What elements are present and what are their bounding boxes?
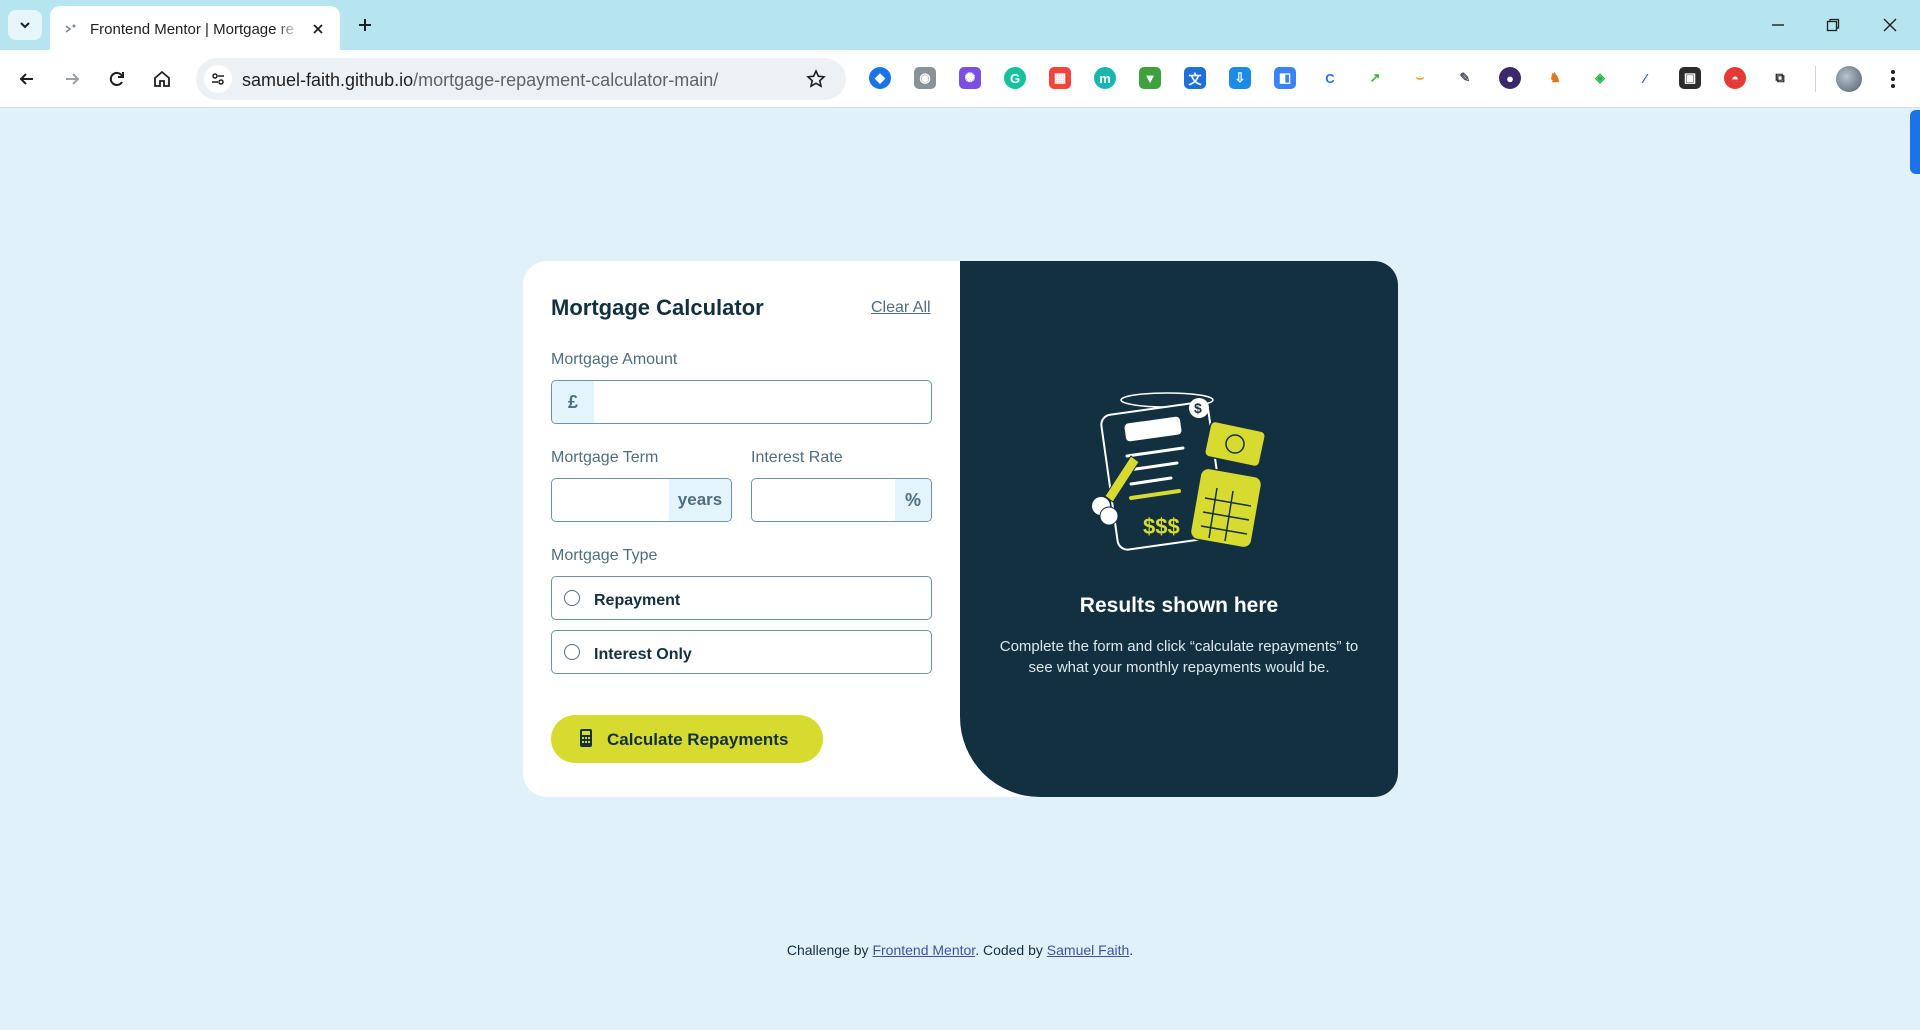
tab-title: Frontend Mentor | Mortgage re (90, 21, 300, 38)
pen-icon[interactable]: ⁄ (1634, 67, 1656, 89)
svg-text:$: $ (1194, 400, 1202, 416)
mortgage-term-input[interactable] (552, 479, 669, 521)
qr-icon[interactable]: ▣ (1679, 67, 1701, 89)
url-host: samuel-faith.github.io (242, 70, 414, 90)
download-arrow-icon[interactable]: ▼ (1139, 67, 1161, 89)
svg-text:$$$: $$$ (1143, 514, 1180, 539)
interest-rate-field: % (751, 478, 932, 522)
back-button[interactable] (12, 64, 42, 94)
star-icon (806, 69, 826, 88)
results-heading: Results shown here (1079, 594, 1279, 617)
save-icon[interactable]: ⇩ (1229, 67, 1251, 89)
close-icon (1883, 18, 1897, 32)
grammarly-icon[interactable]: G (1004, 67, 1026, 89)
url-path: /mortgage-repayment-calculator-main/ (413, 70, 719, 90)
forward-button[interactable] (57, 64, 87, 94)
gear-icon[interactable]: ✺ (959, 67, 981, 89)
profile-avatar[interactable] (1836, 66, 1862, 92)
reload-icon (109, 71, 124, 86)
mortgage-amount-label: Mortgage Amount (551, 351, 678, 368)
home-button[interactable] (147, 64, 177, 94)
close-window-button[interactable] (1870, 10, 1910, 40)
calculate-repayments-button[interactable]: Calculate Repayments (551, 715, 823, 763)
calculator-icon (580, 729, 592, 747)
camera-icon[interactable]: ◉ (914, 67, 936, 89)
toolbar-divider (1815, 66, 1816, 92)
more-vertical-icon (1891, 70, 1895, 88)
mortgage-type-label: Mortgage Type (551, 547, 658, 564)
radio-label: Repayment (594, 592, 681, 609)
mortgage-amount-field: £ (551, 380, 932, 424)
restore-button[interactable] (1813, 10, 1853, 40)
tab-search-button[interactable] (8, 10, 42, 40)
restore-icon (1826, 18, 1840, 32)
minimize-icon (1772, 24, 1784, 26)
percent-suffix: % (895, 479, 931, 521)
new-tab-button[interactable] (352, 12, 378, 38)
footer-suffix: . (1129, 942, 1134, 958)
attribution-footer: Challenge by Frontend Mentor. Coded by S… (0, 942, 1920, 958)
browser-tab-strip: Frontend Mentor | Mortgage re (0, 0, 1920, 50)
frontend-mentor-link[interactable]: Frontend Mentor (872, 942, 975, 958)
close-icon (313, 24, 323, 34)
url-text: samuel-faith.github.io/mortgage-repaymen… (242, 70, 718, 91)
radio-label: Interest Only (594, 646, 692, 663)
circle-icon[interactable]: ● (1499, 67, 1521, 89)
site-info-button[interactable] (204, 65, 232, 93)
plus-icon (359, 19, 371, 31)
interest-rate-label: Interest Rate (751, 449, 843, 466)
chart-icon[interactable]: ↗ (1364, 67, 1386, 89)
m-icon[interactable]: m (1094, 67, 1116, 89)
arrow-right-icon (66, 73, 80, 85)
reload-button[interactable] (102, 64, 132, 94)
mortgage-term-label: Mortgage Term (551, 449, 659, 466)
calculate-button-label: Calculate Repayments (607, 730, 789, 749)
translate-icon[interactable]: 文 (1184, 67, 1206, 89)
chevron-down-icon (20, 22, 30, 29)
footer-middle: . Coded by (975, 942, 1043, 958)
scrollbar-thumb[interactable] (1910, 110, 1920, 174)
c-icon[interactable]: C (1319, 67, 1341, 89)
empty-results-illustration: $$$ $ (1092, 392, 1266, 551)
results-panel: $$$ $ Results shown here Complete the fo… (960, 261, 1398, 797)
home-icon (154, 70, 170, 87)
address-bar[interactable]: samuel-faith.github.io/mortgage-repaymen… (196, 58, 846, 100)
results-description: Complete the form and click “calculate r… (999, 638, 1359, 676)
page-title: Mortgage Calculator (551, 295, 764, 320)
shape-icon[interactable]: ◧ (1274, 67, 1296, 89)
drop-icon[interactable]: ◆ (869, 67, 891, 89)
interest-rate-input[interactable] (752, 479, 895, 521)
tab-close-button[interactable] (308, 19, 328, 39)
samuel-faith-link[interactable]: Samuel Faith (1047, 942, 1129, 958)
browser-tab[interactable]: Frontend Mentor | Mortgage re (50, 6, 340, 50)
pokeball-icon[interactable]: ◓ (1724, 67, 1746, 89)
tune-icon (212, 73, 224, 85)
frontend-mentor-favicon-icon (65, 24, 76, 33)
diamond-icon[interactable]: ◈ (1589, 67, 1611, 89)
bookmark-button[interactable] (804, 67, 828, 91)
amazon-icon[interactable]: ⌣ (1409, 67, 1431, 89)
clear-all-link[interactable]: Clear All (871, 299, 931, 317)
fox-icon[interactable]: ♞ (1544, 67, 1566, 89)
feather-icon[interactable]: ✎ (1454, 67, 1476, 89)
calculator-form: Mortgage Calculator Clear All Mortgage A… (523, 261, 960, 797)
mortgage-amount-input[interactable] (594, 381, 931, 423)
arrow-left-icon (19, 73, 33, 85)
pound-prefix: £ (552, 381, 594, 423)
radio-option-interest-only[interactable]: Interest Only (551, 630, 932, 674)
minimize-button[interactable] (1758, 10, 1798, 40)
radio-button[interactable] (564, 590, 580, 606)
app-icon[interactable]: ▦ (1049, 67, 1071, 89)
radio-button[interactable] (564, 644, 580, 660)
radio-option-repayment[interactable]: Repayment (551, 576, 932, 620)
browser-menu-button[interactable] (1878, 64, 1908, 94)
calculator-card: Mortgage Calculator Clear All Mortgage A… (523, 261, 1398, 797)
mortgage-term-field: years (551, 478, 732, 522)
puzzle-icon[interactable]: ⧉ (1769, 67, 1791, 89)
years-suffix: years (669, 479, 731, 521)
footer-prefix: Challenge by (786, 942, 869, 958)
